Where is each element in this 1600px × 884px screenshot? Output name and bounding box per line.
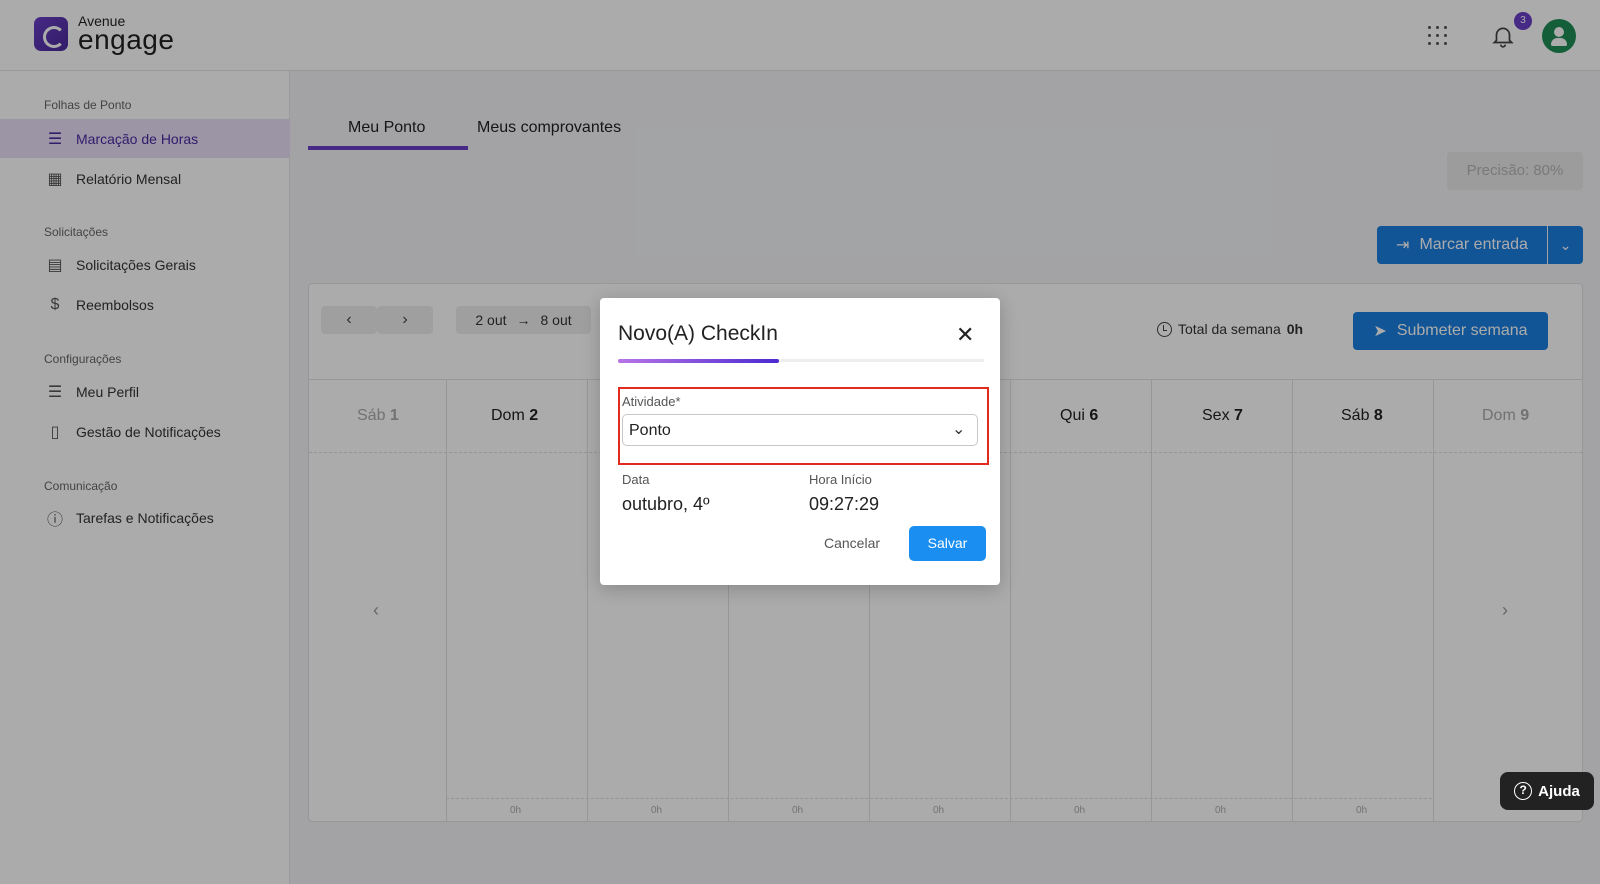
activity-label: Atividade* [622,394,681,409]
modal-progress-fill [618,358,780,363]
cancel-button[interactable]: Cancelar [824,535,880,551]
time-label: Hora Início [809,472,872,487]
activity-select[interactable]: Ponto [622,414,978,446]
date-label: Data [622,472,650,487]
checkin-modal: Novo(A) CheckIn ✕ Atividade* Ponto ⌄ Dat… [600,298,1000,585]
chevron-down-icon[interactable]: ⌄ [952,419,965,439]
help-label: Ajuda [1538,782,1580,800]
question-icon: ? [1514,782,1533,800]
time-value: 09:27:29 [809,494,880,514]
date-value: outubro, 4º [622,494,710,514]
modal-title: Novo(A) CheckIn [618,322,778,345]
close-icon[interactable]: ✕ [956,324,974,346]
save-button[interactable]: Salvar [909,526,986,561]
help-button[interactable]: ? Ajuda [1500,772,1594,810]
modal-progress-bar [618,358,984,363]
